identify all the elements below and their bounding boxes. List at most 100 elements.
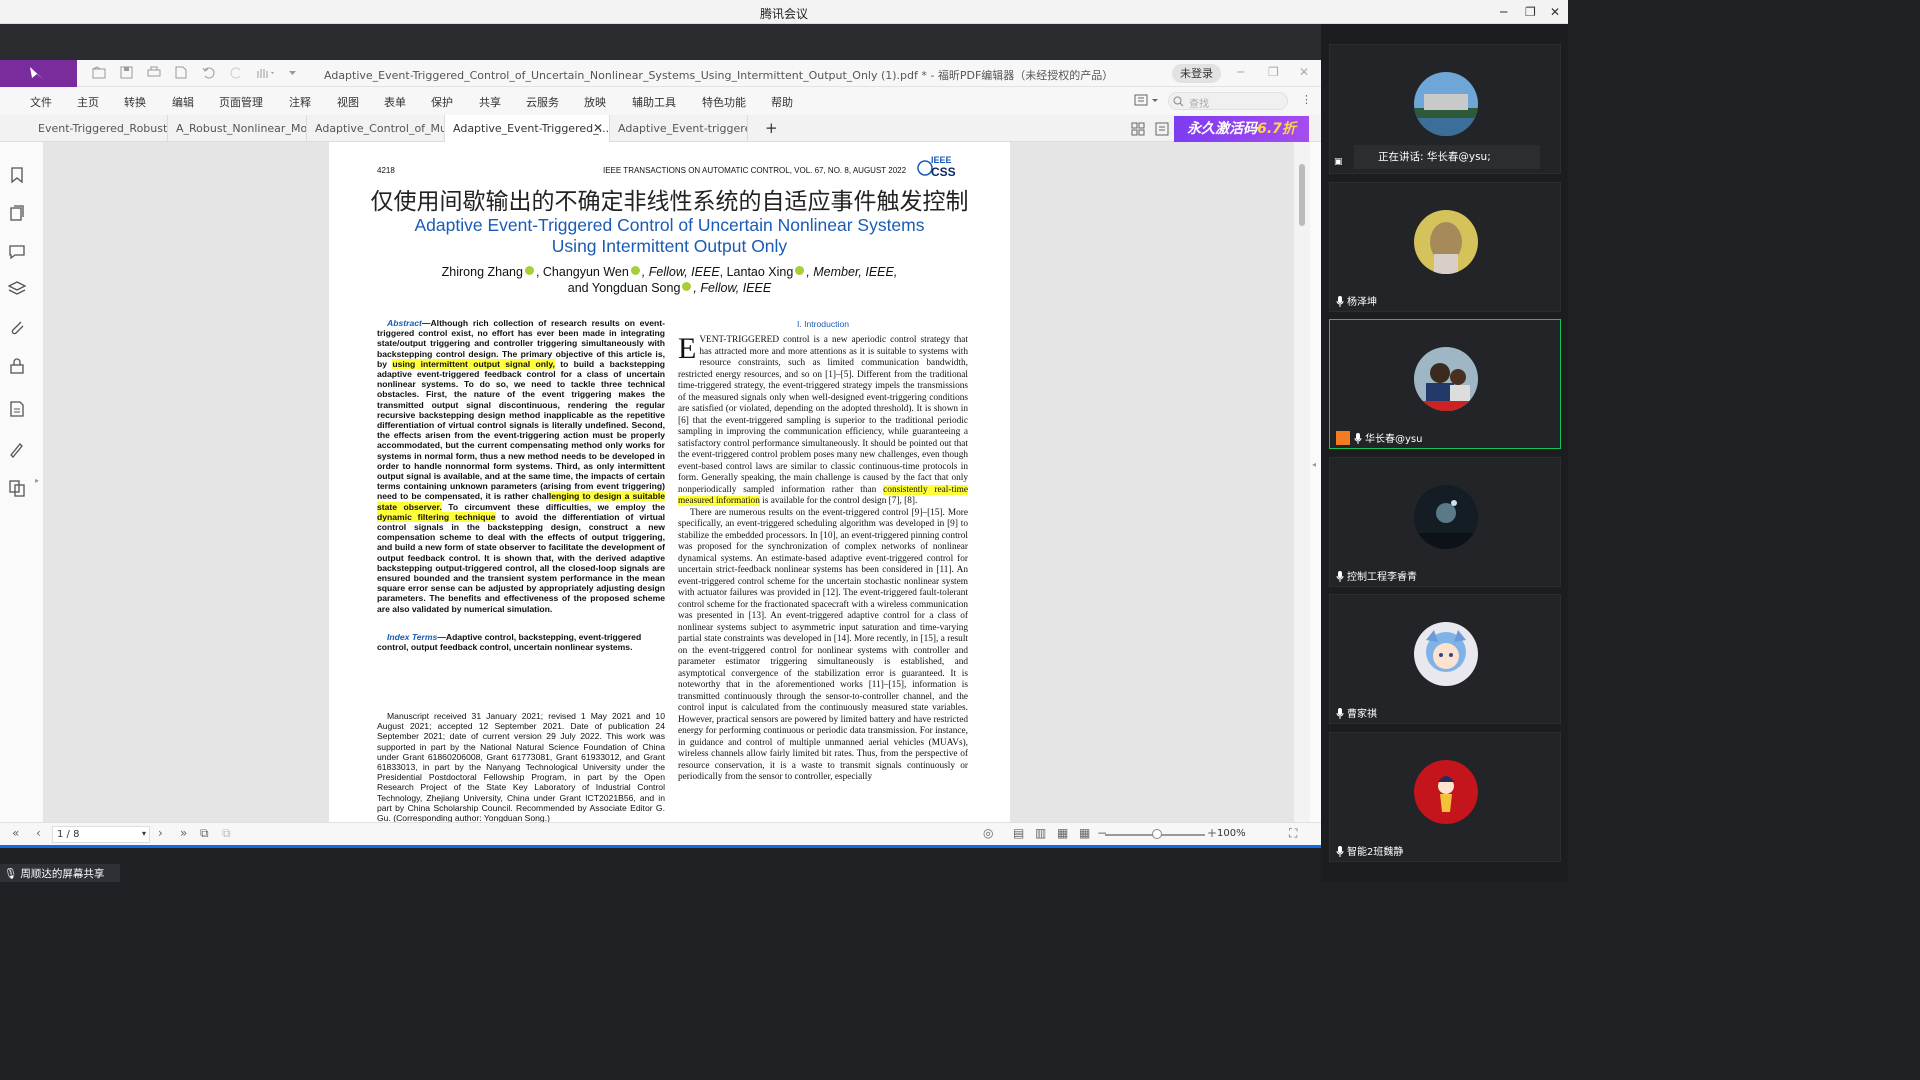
- tab-robust-nonlinear[interactable]: A_Robust_Nonlinear_Mod...: [168, 115, 307, 142]
- page-number-field[interactable]: 1 / 8 ▾: [52, 826, 150, 843]
- menu-view[interactable]: 视图: [337, 94, 359, 110]
- redo-icon[interactable]: [230, 66, 243, 79]
- orcid-icon: [795, 266, 805, 275]
- section-heading: I. Introduction: [796, 319, 850, 329]
- participant-tile[interactable]: 正在讲话: 华长春@ysu; ▣: [1329, 44, 1561, 174]
- first-page-icon[interactable]: «: [12, 826, 19, 840]
- menu-cloud[interactable]: 云服务: [526, 94, 559, 110]
- promo-discount: 6.7折: [1257, 121, 1296, 137]
- sidebar-expand-icon[interactable]: ▸: [35, 476, 39, 485]
- menu-home[interactable]: 主页: [77, 94, 99, 110]
- participant-tile-active[interactable]: 华长春@ysu: [1329, 319, 1561, 449]
- menu-slideshow[interactable]: 放映: [584, 94, 606, 110]
- facing-continuous-icon[interactable]: ▦: [1079, 826, 1090, 840]
- drop-cap: E: [678, 332, 697, 365]
- paragraph-text: VENT-TRIGGERED control is a new aperiodi…: [678, 335, 968, 495]
- restore-button[interactable]: ❐: [1525, 5, 1536, 19]
- layout-view-icon[interactable]: [1155, 122, 1169, 136]
- panel-expand-icon[interactable]: ◂: [1312, 460, 1316, 469]
- tab-adaptive-event-triggered-active[interactable]: Adaptive_Event-Triggered_... ✕: [445, 115, 610, 142]
- new-file-icon[interactable]: [175, 66, 187, 79]
- undo-icon[interactable]: [202, 66, 215, 79]
- login-button[interactable]: 未登录: [1172, 64, 1221, 83]
- participant-tile[interactable]: 智能2班魏静: [1329, 732, 1561, 862]
- zoom-slider[interactable]: [1105, 829, 1205, 839]
- abstract-text: to build a backstepping adaptive event-t…: [377, 358, 666, 502]
- search-field[interactable]: 查找: [1168, 92, 1288, 110]
- search-icon: [1173, 96, 1184, 107]
- add-tab-button[interactable]: +: [765, 119, 778, 137]
- print-icon[interactable]: [147, 66, 161, 79]
- menu-page-manage[interactable]: 页面管理: [219, 94, 263, 110]
- layers-icon[interactable]: [8, 280, 26, 298]
- attachment-icon[interactable]: [8, 318, 26, 336]
- display-mode-icon[interactable]: ◎: [983, 826, 993, 840]
- zoom-in-button[interactable]: +: [1207, 826, 1217, 840]
- pdf-restore-button[interactable]: ❐: [1268, 65, 1279, 79]
- mic-icon: [1336, 296, 1344, 307]
- menu-features[interactable]: 特色功能: [702, 94, 746, 110]
- menu-share[interactable]: 共享: [479, 94, 501, 110]
- pdf-editor-window: Adaptive_Event-Triggered_Control_of_Unce…: [0, 60, 1321, 845]
- next-page-icon[interactable]: ›: [158, 826, 163, 840]
- comments-icon[interactable]: [8, 242, 26, 260]
- close-tab-icon[interactable]: ✕: [593, 121, 603, 135]
- window-title: 腾讯会议: [759, 7, 808, 21]
- paragraph-text: is available for the control design [7],…: [759, 496, 918, 506]
- menu-edit[interactable]: 编辑: [172, 94, 194, 110]
- scroll-thumb[interactable]: [1299, 164, 1305, 226]
- menu-file[interactable]: 文件: [30, 94, 52, 110]
- menu-protect[interactable]: 保护: [431, 94, 453, 110]
- menu-help[interactable]: 帮助: [771, 94, 793, 110]
- security-icon[interactable]: [8, 357, 26, 375]
- thumbnail-view-icon[interactable]: [1131, 122, 1145, 136]
- pages-icon[interactable]: [8, 204, 26, 222]
- single-page-icon[interactable]: ▤: [1013, 826, 1024, 840]
- prev-page-icon[interactable]: ‹: [36, 826, 41, 840]
- facing-page-icon[interactable]: ▦: [1057, 826, 1068, 840]
- menu-convert[interactable]: 转换: [124, 94, 146, 110]
- compare-icon[interactable]: [8, 479, 26, 497]
- continuous-page-icon[interactable]: ▥: [1035, 826, 1046, 840]
- bookmark-icon[interactable]: [8, 166, 26, 184]
- close-button[interactable]: ✕: [1550, 5, 1560, 19]
- svg-text:IEEE: IEEE: [931, 155, 952, 165]
- page-view-icon[interactable]: ⧉: [200, 826, 209, 841]
- save-icon[interactable]: [120, 66, 133, 79]
- highlight[interactable]: using intermittent output signal only,: [392, 358, 555, 369]
- highlight[interactable]: dynamic filtering technique: [377, 511, 496, 522]
- participant-tile[interactable]: 曹家祺: [1329, 594, 1561, 724]
- screen-icon: ▣: [1334, 157, 1343, 167]
- document-info-icon[interactable]: [8, 400, 26, 418]
- more-options-icon[interactable]: ⋮: [1301, 93, 1312, 106]
- tab-adaptive-control-multi[interactable]: Adaptive_Control_of_Multi...: [307, 115, 445, 142]
- reading-mode-icon[interactable]: [1134, 93, 1160, 107]
- pdf-close-button[interactable]: ✕: [1299, 65, 1309, 79]
- menu-tools[interactable]: 辅助工具: [632, 94, 676, 110]
- participant-tile[interactable]: 杨泽坤: [1329, 182, 1561, 312]
- hand-tool-icon[interactable]: [255, 66, 275, 79]
- participant-name: 智能2班魏静: [1336, 843, 1403, 858]
- promo-banner[interactable]: 永久激活码6.7折: [1174, 116, 1309, 142]
- participant-tile[interactable]: 控制工程李睿青: [1329, 457, 1561, 587]
- author-title: , Fellow, IEEE: [641, 265, 720, 279]
- page-dropdown-icon[interactable]: ▾: [142, 829, 146, 838]
- tab-adaptive-event-triggered-2[interactable]: Adaptive_Event-triggered...: [610, 115, 748, 142]
- menu-form[interactable]: 表单: [384, 94, 406, 110]
- zoom-slider-handle[interactable]: [1152, 829, 1162, 839]
- zoom-out-button[interactable]: −: [1097, 826, 1107, 840]
- last-page-icon[interactable]: »: [180, 826, 187, 840]
- open-icon[interactable]: [92, 66, 106, 79]
- index-terms: Index Terms—Adaptive control, backsteppi…: [377, 632, 665, 652]
- vertical-scrollbar[interactable]: [1294, 142, 1310, 822]
- page-view-alt-icon[interactable]: ⧉: [222, 826, 231, 841]
- customize-toolbar-icon[interactable]: [288, 66, 297, 79]
- pdf-minimize-button[interactable]: ─: [1237, 65, 1244, 79]
- speaking-text: 正在讲话: 华长春@ysu;: [1378, 151, 1491, 163]
- minimize-button[interactable]: ─: [1500, 5, 1507, 19]
- fullscreen-icon[interactable]: ⛶: [1289, 826, 1297, 841]
- share-top-band: [0, 24, 1321, 60]
- signature-icon[interactable]: [8, 440, 26, 458]
- tab-event-triggered-robust[interactable]: Event-Triggered_Robust_...: [30, 115, 168, 142]
- menu-comment[interactable]: 注释: [289, 94, 311, 110]
